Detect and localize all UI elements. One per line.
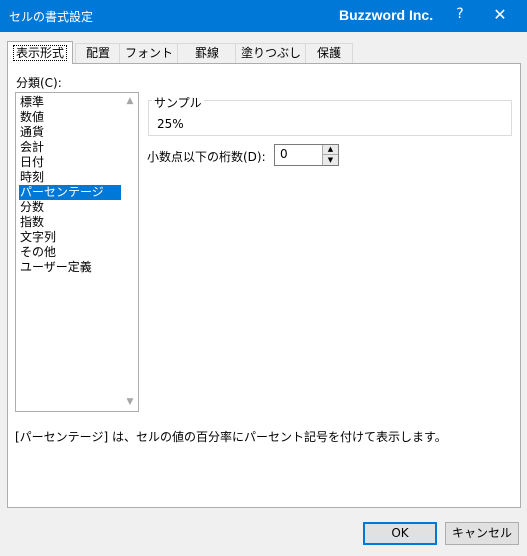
list-item[interactable]: 会計 (19, 140, 121, 155)
list-item[interactable]: 時刻 (19, 170, 121, 185)
list-item-selected[interactable]: パーセンテージ (19, 185, 121, 200)
scroll-down-icon[interactable]: ▼ (122, 394, 138, 411)
list-item[interactable]: 通貨 (19, 125, 121, 140)
tab-protection[interactable]: 保護 (305, 43, 353, 63)
list-item[interactable]: 日付 (19, 155, 121, 170)
tab-fill[interactable]: 塗りつぶし (235, 43, 307, 63)
brand-label: Buzzword Inc. (339, 7, 434, 23)
category-label: 分類(C): (16, 76, 62, 90)
spinner-buttons: ▲ ▼ (322, 145, 338, 165)
decimal-places-value[interactable]: 0 (280, 147, 288, 161)
cancel-button[interactable]: キャンセル (445, 522, 519, 545)
sample-value: 25% (157, 117, 184, 131)
close-icon[interactable]: ✕ (488, 5, 512, 24)
category-listbox[interactable]: 標準 数値 通貨 会計 日付 時刻 パーセンテージ 分数 指数 文字列 その他 … (15, 92, 139, 412)
tab-number-format[interactable]: 表示形式 (7, 41, 73, 64)
window-title: セルの書式設定 (9, 10, 94, 24)
sample-legend: サンプル (152, 94, 204, 111)
help-icon[interactable]: ? (450, 6, 470, 22)
list-item[interactable]: 文字列 (19, 230, 121, 245)
tab-alignment[interactable]: 配置 (75, 43, 121, 63)
list-item[interactable]: 指数 (19, 215, 121, 230)
scroll-up-icon[interactable]: ▲ (122, 93, 138, 110)
list-scrollbar[interactable]: ▲ ▼ (122, 93, 138, 411)
ok-button[interactable]: OK (363, 522, 437, 545)
tab-border[interactable]: 罫線 (177, 43, 237, 63)
list-item[interactable]: 標準 (19, 95, 121, 110)
list-item[interactable]: 数値 (19, 110, 121, 125)
spin-up-icon[interactable]: ▲ (323, 145, 338, 155)
decimal-places-label: 小数点以下の桁数(D): (147, 150, 266, 164)
list-item[interactable]: ユーザー定義 (19, 260, 121, 275)
title-bar: セルの書式設定 Buzzword Inc. ? ✕ (0, 0, 527, 32)
decimal-places-spinner[interactable]: 0 ▲ ▼ (274, 144, 339, 166)
format-description: [パーセンテージ] は、セルの値の百分率にパーセント記号を付けて表示します。 (15, 430, 447, 444)
list-item[interactable]: その他 (19, 245, 121, 260)
list-item[interactable]: 分数 (19, 200, 121, 215)
tab-font[interactable]: フォント (119, 43, 179, 63)
spin-down-icon[interactable]: ▼ (323, 155, 338, 165)
